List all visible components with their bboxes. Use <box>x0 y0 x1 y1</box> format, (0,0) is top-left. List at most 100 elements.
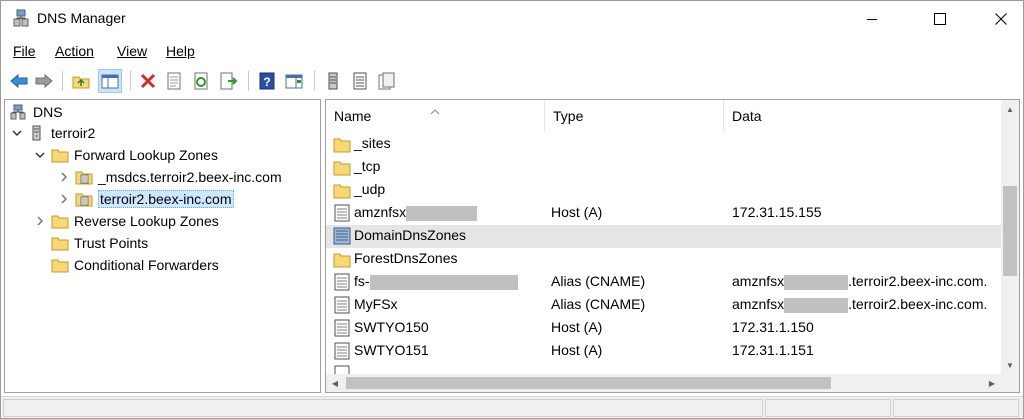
record-type: Host (A) <box>551 204 603 220</box>
menu-view-label: View <box>117 43 148 59</box>
scroll-down-icon[interactable]: ▼ <box>1001 356 1019 374</box>
show-console-tree-icon[interactable] <box>98 69 122 93</box>
menu-action[interactable]: Action <box>55 43 94 59</box>
chevron-down-icon[interactable] <box>33 148 47 162</box>
console-tree: DNS terroir2 Forward Lookup Zones _msdcs… <box>4 99 321 393</box>
tree-node-dns[interactable]: DNS <box>10 102 63 122</box>
column-header-name[interactable]: Name <box>326 100 545 132</box>
record-name-text: amznfsx <box>354 204 407 220</box>
folder-icon <box>333 135 351 153</box>
record-data: 172.31.1.151 <box>732 342 814 358</box>
list-item[interactable]: _tcp <box>326 156 1001 179</box>
column-data-label: Data <box>732 108 762 124</box>
show-action-pane-icon[interactable] <box>282 69 306 93</box>
list-item[interactable]: MyFSx Alias (CNAME) amznfsx .terroir2.bee… <box>326 294 1001 317</box>
scroll-corner <box>1001 374 1019 392</box>
chevron-right-icon[interactable] <box>57 192 71 206</box>
record-icon <box>333 319 351 337</box>
menu-file[interactable]: File <box>13 43 36 59</box>
menu-view[interactable]: View <box>117 43 147 59</box>
chevron-right-icon[interactable] <box>57 170 71 184</box>
list-item[interactable]: ForestDnsZones <box>326 248 1001 271</box>
properties-icon[interactable] <box>162 69 186 93</box>
dns-manager-window: DNS Manager File Action View Help ? DNS … <box>0 0 1024 419</box>
tree-node-server[interactable]: terroir2 <box>10 123 95 143</box>
column-header-type[interactable]: Type <box>545 100 724 132</box>
status-bar <box>1 396 1023 418</box>
back-arrow-icon[interactable] <box>7 69 31 93</box>
server-icon[interactable] <box>321 69 345 93</box>
redacted-block <box>406 205 478 221</box>
record-name-text: fs- <box>354 273 370 289</box>
folder-icon <box>51 235 69 251</box>
record-name: fs- <box>354 273 518 290</box>
record-icon <box>333 342 351 360</box>
horizontal-scrollbar[interactable]: ◀ ▶ <box>326 374 1001 392</box>
tree-node-zone-terroir2[interactable]: terroir2.beex-inc.com <box>57 189 234 209</box>
record-data-suffix: .terroir2.beex-inc.com. <box>848 273 988 289</box>
tree-node-reverse-zones[interactable]: Reverse Lookup Zones <box>33 211 219 231</box>
delete-icon[interactable] <box>136 69 160 93</box>
tree-label-trust-points: Trust Points <box>74 235 149 251</box>
redacted-block <box>784 274 849 290</box>
record-icon <box>333 273 351 291</box>
list-item[interactable]: DomainDnsZones <box>326 225 1001 248</box>
tree-node-conditional-forwarders[interactable]: Conditional Forwarders <box>51 255 219 275</box>
record-icon <box>333 365 351 374</box>
list-item[interactable]: SWTYO150 Host (A) 172.31.1.150 <box>326 317 1001 340</box>
export-list-icon[interactable] <box>217 69 241 93</box>
folder-icon <box>333 181 351 199</box>
scroll-up-icon[interactable]: ▲ <box>1001 100 1019 118</box>
record-data-prefix: amznfsx <box>732 273 785 289</box>
minimize-button[interactable] <box>849 1 895 37</box>
menu-help[interactable]: Help <box>166 43 195 59</box>
tree-label-reverse-zones: Reverse Lookup Zones <box>74 213 219 229</box>
folder-icon <box>51 257 69 273</box>
redacted-block <box>369 274 518 290</box>
tree-label-dns: DNS <box>33 104 63 120</box>
window-title: DNS Manager <box>37 10 126 26</box>
record-name: SWTYO151 <box>354 342 429 358</box>
column-header-data[interactable]: Data <box>724 100 1001 132</box>
list-item[interactable]: _udp <box>326 179 1001 202</box>
copy-icon[interactable] <box>375 69 399 93</box>
list-item[interactable]: SWTYO151 Host (A) 172.31.1.151 <box>326 340 1001 363</box>
record-type: Alias (CNAME) <box>551 296 646 312</box>
sort-ascending-icon <box>430 102 440 118</box>
list-item[interactable]: _sites <box>326 133 1001 156</box>
scroll-right-icon[interactable]: ▶ <box>983 374 1001 392</box>
maximize-button[interactable] <box>917 1 963 37</box>
vertical-scrollbar[interactable]: ▲ ▼ <box>1001 100 1019 374</box>
column-type-label: Type <box>553 108 584 124</box>
list-item-partial[interactable] <box>326 363 1001 374</box>
record-data: amznfsx .terroir2.beex-inc.com. <box>732 273 987 290</box>
menu-help-label: Help <box>166 43 195 59</box>
record-data: amznfsx .terroir2.beex-inc.com. <box>732 296 987 313</box>
horizontal-scroll-thumb[interactable] <box>346 377 831 389</box>
record-icon <box>333 204 351 222</box>
chevron-right-icon[interactable] <box>33 214 47 228</box>
tree-node-trust-points[interactable]: Trust Points <box>51 233 148 253</box>
vertical-scroll-thumb[interactable] <box>1003 186 1017 276</box>
forward-arrow-icon[interactable] <box>32 69 56 93</box>
help-icon[interactable]: ? <box>255 69 279 93</box>
refresh-icon[interactable] <box>189 69 213 93</box>
folder-icon <box>51 147 69 163</box>
folder-icon <box>333 250 351 268</box>
list-item[interactable]: amznfsx Host (A) 172.31.15.155 <box>326 202 1001 225</box>
chevron-down-icon[interactable] <box>10 126 24 140</box>
dns-icon <box>10 104 28 120</box>
up-folder-icon[interactable] <box>69 69 93 93</box>
tree-node-zone-msdcs[interactable]: _msdcs.terroir2.beex-inc.com <box>57 167 282 187</box>
close-button[interactable] <box>978 1 1024 37</box>
column-name-label: Name <box>334 108 372 124</box>
svg-text:?: ? <box>263 75 270 89</box>
list-item[interactable]: fs- Alias (CNAME) amznfsx .terroir2.beex-… <box>326 271 1001 294</box>
server-icon <box>28 125 46 141</box>
menu-action-label: Action <box>55 43 94 59</box>
tree-node-forward-zones[interactable]: Forward Lookup Zones <box>33 145 218 165</box>
record-name: MyFSx <box>354 296 398 312</box>
scroll-left-icon[interactable]: ◀ <box>326 374 344 392</box>
folder-icon <box>51 213 69 229</box>
list-icon[interactable] <box>348 69 372 93</box>
